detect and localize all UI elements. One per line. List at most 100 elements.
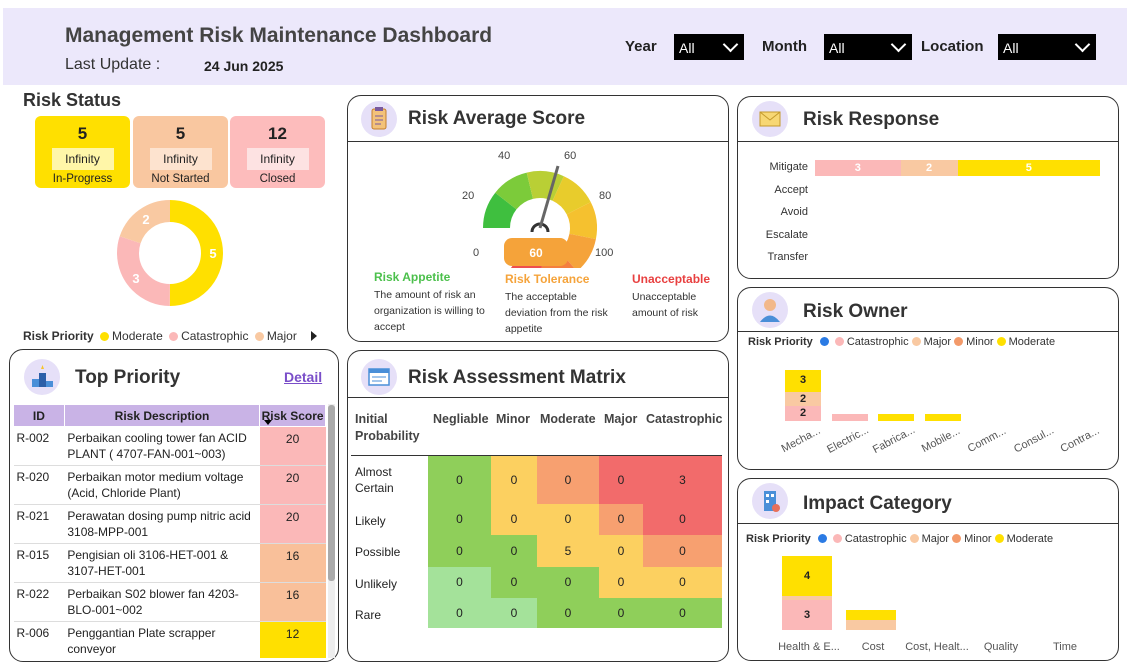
matrix-cell[interactable]: 0	[491, 598, 537, 628]
stacked-bar-segment[interactable]	[846, 620, 896, 630]
col-header-score[interactable]: Risk Score	[259, 404, 326, 427]
table-row[interactable]: R-002 Perbaikan cooling tower fan ACID PL…	[13, 426, 326, 466]
matrix-cell[interactable]: 0	[491, 567, 537, 598]
matrix-cell[interactable]: 0	[428, 504, 491, 535]
response-category-label: Escalate	[765, 228, 808, 241]
matrix-row-label: Unlikely	[355, 577, 398, 591]
matrix-cell[interactable]: 0	[643, 504, 722, 535]
matrix-cell[interactable]: 0	[537, 456, 599, 504]
table-row[interactable]: R-021 Perawatan dosing pump nitric acid 3…	[13, 504, 326, 544]
matrix-column-header: Negliable	[433, 412, 489, 426]
detail-link[interactable]: Detail	[284, 369, 322, 385]
response-bar-segment[interactable]: 2	[900, 160, 958, 176]
legend-dot	[834, 337, 844, 346]
legend-item-moderate: Moderate	[97, 329, 163, 343]
band-desc: The amount of risk an organization is wi…	[374, 289, 485, 333]
matrix-cell[interactable]: 0	[537, 567, 599, 598]
cell-id: R-015	[13, 543, 65, 583]
col-header-description[interactable]: Risk Description	[63, 404, 261, 427]
stacked-bar-segment[interactable]	[846, 610, 896, 620]
matrix-cell[interactable]: 0	[643, 535, 722, 567]
category-axis-label: Time	[1052, 641, 1078, 653]
stacked-bar-segment[interactable]	[782, 596, 832, 600]
matrix-cell[interactable]: 0	[428, 598, 491, 628]
gauge-tick-0: 0	[473, 247, 480, 259]
stacked-bar-segment[interactable]: 3	[782, 600, 832, 630]
matrix-cell[interactable]: 0	[537, 504, 599, 535]
cell-score: 20	[259, 504, 326, 544]
matrix-cell[interactable]: 0	[491, 535, 537, 567]
legend-dot	[817, 534, 827, 543]
matrix-column-header: Major	[604, 412, 638, 426]
table-row[interactable]: R-022 Perbaikan S02 blower fan 4203-BLO-0…	[13, 582, 326, 622]
risk-average-title: Risk Average Score	[408, 108, 586, 129]
legend-item-catastrophic: Catastrophic	[166, 329, 248, 343]
matrix-cell[interactable]: 3	[643, 456, 722, 504]
matrix-cell[interactable]: 0	[491, 504, 537, 535]
band-desc: Unacceptable amount of risk	[632, 291, 698, 319]
stacked-bar-segment[interactable]	[831, 413, 868, 421]
location-filter-select[interactable]: All	[998, 34, 1096, 60]
matrix-cell[interactable]: 0	[599, 567, 643, 598]
status-card[interactable]: 5 Infinity Not Started	[133, 116, 228, 188]
stacked-bar-segment[interactable]	[878, 413, 914, 421]
legend-label: Major	[266, 329, 297, 343]
matrix-cell[interactable]: 0	[599, 504, 643, 535]
top-priority-table: ID Risk Description Risk Score R-002 Perb…	[13, 404, 326, 658]
month-filter-select[interactable]: All	[824, 34, 912, 60]
table-row[interactable]: R-020 Perbaikan motor medium voltage (Aci…	[13, 465, 326, 505]
legend-next-arrow-icon[interactable]	[311, 331, 317, 341]
risk-matrix-title: Risk Assessment Matrix	[408, 367, 626, 388]
table-row[interactable]: R-015 Pengisian oli 3106-HET-001 & 3107-H…	[13, 543, 326, 583]
matrix-cell[interactable]: 0	[428, 535, 491, 567]
legend-title: Risk Priority	[746, 533, 811, 545]
legend-label: Moderate	[112, 329, 163, 343]
status-card[interactable]: 12 Infinity Closed	[230, 116, 325, 188]
matrix-header-divider	[351, 455, 722, 456]
chevron-down-icon	[722, 36, 739, 53]
matrix-cell[interactable]: 5	[537, 535, 599, 567]
band-title: Risk Appetite	[374, 270, 451, 284]
response-bar-segment[interactable]: 3	[815, 160, 901, 176]
matrix-cell[interactable]: 0	[599, 456, 643, 504]
matrix-row-label: Possible	[355, 545, 401, 559]
matrix-cell[interactable]: 0	[599, 535, 643, 567]
status-card-sub: Infinity	[246, 148, 309, 170]
response-bar-segment[interactable]: 5	[957, 160, 1100, 176]
chevron-down-icon	[1074, 36, 1091, 53]
band-desc: The acceptable deviation from the risk a…	[505, 291, 608, 335]
last-update-value: 24 Jun 2025	[204, 58, 284, 74]
divider	[347, 141, 729, 142]
stacked-bar-segment[interactable]: 2	[785, 391, 821, 407]
col-header-id[interactable]: ID	[13, 404, 65, 427]
legend-item	[815, 533, 830, 545]
cell-description: Pengisian oli 3106-HET-001 & 3107-HET-00…	[64, 543, 260, 583]
status-card-count: 5	[175, 124, 186, 143]
legend-title: Risk Priority	[23, 329, 94, 343]
band-risk-tolerance: Risk Tolerance The acceptable deviation …	[505, 272, 620, 337]
stacked-bar-segment[interactable]: 4	[782, 556, 832, 596]
matrix-row-label: Rare	[355, 608, 382, 622]
table-scrollbar-thumb[interactable]	[328, 405, 335, 581]
matrix-cell[interactable]: 0	[491, 456, 537, 504]
stacked-bar-segment[interactable]	[924, 413, 961, 421]
matrix-column-header: Catastrophic	[646, 412, 723, 426]
matrix-corner-label: Initial Probability	[355, 412, 420, 443]
matrix-cell[interactable]: 0	[599, 598, 643, 628]
risk-owner-legend: Risk Priority Catastrophic Major Minor Moder…	[748, 336, 1055, 348]
table-row[interactable]: R-006 Penggantian Plate scrapper conveyor…	[13, 621, 326, 658]
year-filter-select[interactable]: All	[674, 34, 744, 60]
month-filter-label: Month	[762, 38, 807, 55]
stacked-bar-segment[interactable]: 2	[785, 406, 821, 421]
matrix-cell[interactable]: 0	[643, 567, 722, 598]
status-card[interactable]: 5 Infinity In-Progress	[35, 116, 130, 188]
matrix-cell[interactable]: 0	[537, 598, 599, 628]
divider	[347, 397, 729, 398]
stacked-bar-segment[interactable]: 3	[785, 369, 821, 392]
matrix-cell[interactable]: 0	[643, 598, 722, 628]
matrix-cell[interactable]: 0	[428, 456, 491, 504]
legend-item: Major	[907, 533, 950, 545]
matrix-cell[interactable]: 0	[428, 567, 491, 598]
gauge-tick-80: 80	[599, 190, 612, 202]
legend-label: Major	[921, 533, 950, 545]
